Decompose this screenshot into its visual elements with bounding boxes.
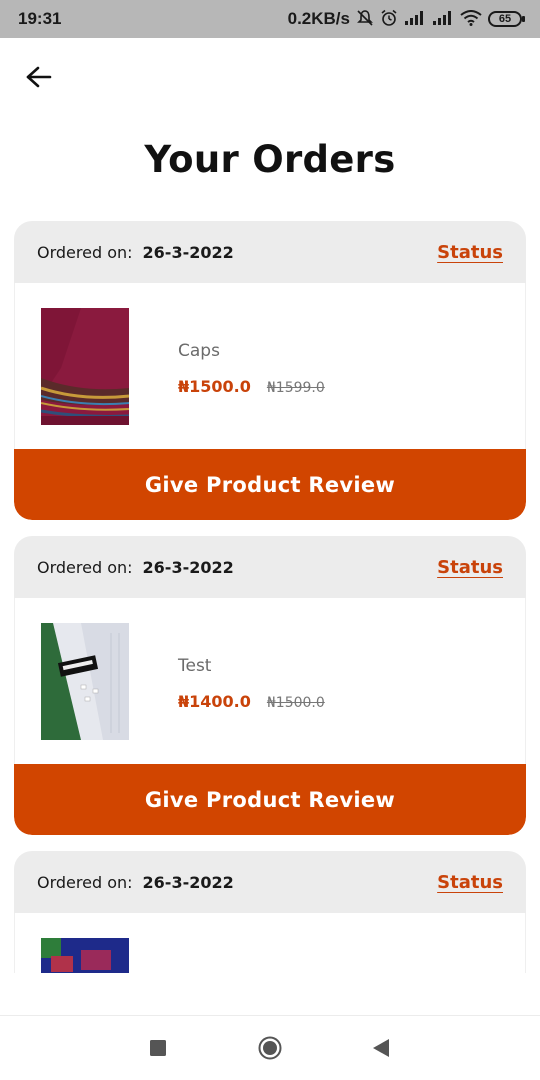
orders-list[interactable]: Ordered on: 26-3-2022 Status Caps ₦1500.… (14, 221, 526, 973)
product-prices: ₦1500.0 ₦1599.0 (178, 377, 325, 396)
order-card: Ordered on: 26-3-2022 Status (14, 536, 526, 835)
order-item[interactable]: Test ₦1400.0 ₦1500.0 (14, 598, 526, 764)
signal-icon (404, 10, 426, 28)
system-nav-bar (0, 1015, 540, 1080)
ordered-on-label: Ordered on: (37, 872, 133, 892)
order-header: Ordered on: 26-3-2022 Status (14, 221, 526, 283)
give-review-button[interactable]: Give Product Review (14, 764, 526, 835)
ordered-on: Ordered on: 26-3-2022 (37, 558, 234, 577)
mute-icon (356, 9, 374, 29)
product-info: Test ₦1400.0 ₦1500.0 (178, 623, 325, 711)
status-link[interactable]: Status (437, 557, 503, 578)
battery-icon: 65 (488, 11, 525, 27)
product-old-price: ₦1599.0 (266, 380, 325, 396)
give-review-button[interactable]: Give Product Review (14, 449, 526, 520)
home-circle-icon (258, 1036, 282, 1060)
ordered-on: Ordered on: 26-3-2022 (37, 243, 234, 262)
product-image (41, 623, 129, 740)
status-time: 19:31 (18, 9, 62, 28)
back-button[interactable] (22, 60, 56, 94)
ordered-on-label: Ordered on: (37, 557, 133, 577)
status-bar: 19:31 0.2KB/s 65 (0, 0, 540, 38)
order-date: 26-3-2022 (142, 242, 234, 262)
status-link[interactable]: Status (437, 872, 503, 893)
wifi-icon (460, 10, 482, 28)
back-triangle-icon (373, 1039, 389, 1057)
product-name: Test (178, 656, 212, 676)
product-name: Caps (178, 341, 220, 361)
product-old-price: ₦1500.0 (266, 695, 325, 711)
order-header: Ordered on: 26-3-2022 Status (14, 536, 526, 598)
order-item[interactable]: Caps ₦1500.0 ₦1599.0 (14, 283, 526, 449)
status-icons: 0.2KB/s 65 (287, 9, 525, 29)
product-image (41, 938, 129, 973)
ordered-on-label: Ordered on: (37, 242, 133, 262)
order-date: 26-3-2022 (142, 557, 234, 577)
ordered-on: Ordered on: 26-3-2022 (37, 873, 234, 892)
recents-square-icon (150, 1040, 166, 1056)
alarm-icon (380, 9, 398, 29)
signal-icon (432, 10, 454, 28)
recents-button[interactable] (146, 1036, 170, 1060)
order-item[interactable] (14, 913, 526, 973)
product-price: ₦1500.0 (178, 377, 251, 396)
order-card: Ordered on: 26-3-2022 Status (14, 851, 526, 973)
product-price: ₦1400.0 (178, 692, 251, 711)
order-date: 26-3-2022 (142, 872, 234, 892)
arrow-left-icon (26, 66, 52, 88)
nav-back-button[interactable] (369, 1036, 393, 1060)
order-header: Ordered on: 26-3-2022 Status (14, 851, 526, 913)
order-card: Ordered on: 26-3-2022 Status Caps ₦1500.… (14, 221, 526, 520)
page-title: Your Orders (144, 138, 396, 181)
product-info: Caps ₦1500.0 ₦1599.0 (178, 308, 325, 396)
status-link[interactable]: Status (437, 242, 503, 263)
home-button[interactable] (258, 1036, 282, 1060)
product-image (40, 308, 130, 425)
product-prices: ₦1400.0 ₦1500.0 (178, 692, 325, 711)
network-speed: 0.2KB/s (287, 9, 350, 28)
